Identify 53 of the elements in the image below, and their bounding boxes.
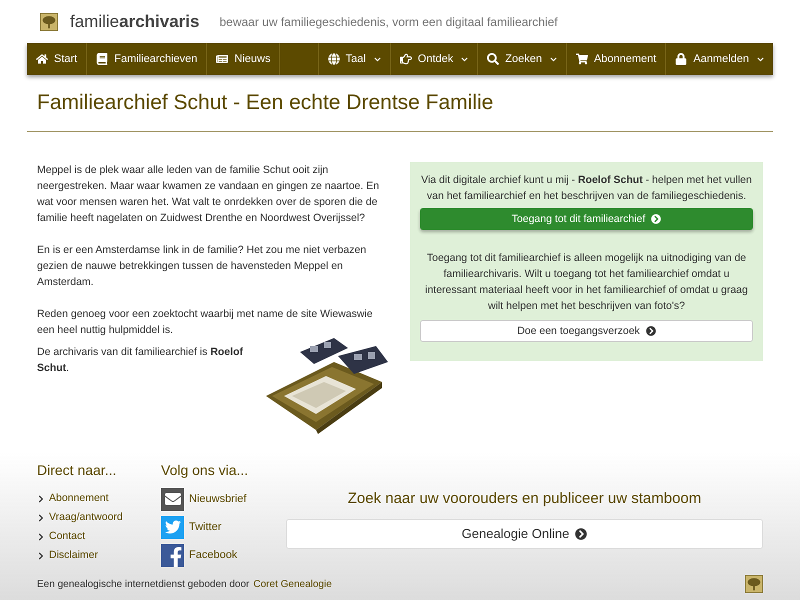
- promo-heading: Zoek naar uw voorouders en publiceer uw stamboom: [348, 489, 702, 509]
- footer-heading: Direct naar...: [37, 461, 118, 480]
- bird-icon[interactable]: [161, 516, 184, 538]
- request-button[interactable]: Doe een toegangsverzoek: [420, 320, 753, 342]
- chevron-down-icon: [757, 56, 764, 62]
- social-link[interactable]: Facebook: [189, 546, 238, 564]
- social-link[interactable]: Twitter: [189, 518, 222, 536]
- tree-logo-icon: [40, 12, 58, 30]
- chevron-down-icon: [550, 56, 557, 62]
- tree-logo-icon: [745, 575, 763, 593]
- nav-item[interactable]: Nieuws: [207, 43, 280, 75]
- tagline: bewaar uw familiegeschiedenis, vorm een digitaal familiearchief: [219, 14, 558, 30]
- panel-text: Via dit digitale archief kunt u mij - Roelof Schut - helpen met het vullen van het familiearchief en het beschrijven van de familiegeschiedenis.: [420, 173, 753, 204]
- lock-icon: [675, 53, 688, 65]
- paragraph: Meppel is de plek waar alle leden van de familie Schut ooit zijn neergestreken. Maar waar kwamen ze vandaan en gingen ze naartoe. En wat voor mensen waren het. Wat valt te onrdekken over de sporen die de familie heeft nagelaten on Zuidwest Drenthe en Noordwest Overijssel?: [37, 163, 380, 226]
- footer-link[interactable]: Contact: [37, 527, 161, 546]
- facebook-icon[interactable]: [161, 544, 184, 566]
- social-link[interactable]: Nieuwsbrief: [189, 490, 246, 508]
- chevron-right-icon: [37, 532, 45, 540]
- nav-item[interactable]: Start: [27, 43, 88, 75]
- genealogy-button[interactable]: Genealogie Online: [286, 518, 763, 548]
- footer-link[interactable]: Disclaimer: [37, 546, 161, 565]
- footer-heading: Volg ons via...: [161, 461, 250, 480]
- nav-item[interactable]: Abonnement: [566, 43, 666, 75]
- nav-item[interactable]: Aanmelden: [665, 43, 773, 75]
- home-icon: [36, 53, 48, 65]
- book-icon: [96, 53, 108, 65]
- chevron-right-icon: [37, 514, 45, 522]
- chevron-right-icon: [37, 494, 45, 502]
- cart-icon: [576, 53, 588, 65]
- page-title: Familiearchief Schut - Een echte Drentse Familie: [37, 90, 494, 116]
- chevron-down-icon: [374, 56, 381, 62]
- nav-item[interactable]: Zoeken: [477, 43, 566, 75]
- envelope-icon[interactable]: [161, 488, 184, 510]
- globe-icon: [328, 53, 340, 65]
- chevron-right-icon: [37, 552, 45, 560]
- paragraph: De archivaris van dit familiearchief is Roelof Schut.: [37, 345, 244, 376]
- nav-item[interactable]: Familiearchieven: [87, 43, 208, 75]
- panel-text: Toegang tot dit familiearchief is alleen mogelijk na uitnodiging van de familiearchivaris. Wilt u toegang tot het familiearchief omdat u interessant materiaal heeft voor in het familiearchief of omdat u graag wilt helpen met het beschrijven van foto's?: [424, 251, 749, 314]
- paragraph: En is er een Amsterdamse link in de familie? Het zou me niet verbazen gezien de nauwe betrekkingen tussen de havensteden Meppel en Amsterdam.: [37, 243, 368, 290]
- access-button[interactable]: Toegang tot dit familiearchief: [420, 208, 753, 230]
- footer-link[interactable]: Vraag/antwoord: [37, 508, 161, 527]
- footer-link[interactable]: Abonnement: [37, 489, 161, 508]
- chevron-down-icon: [461, 56, 468, 62]
- nav-item[interactable]: Taal: [318, 43, 390, 75]
- newspaper-icon: [216, 53, 228, 65]
- nav-item[interactable]: Ontdek: [390, 43, 478, 75]
- site-logo-text[interactable]: familiearchivaris: [70, 8, 200, 34]
- credit-link[interactable]: Coret Genealogie: [253, 576, 332, 592]
- search-icon: [487, 53, 500, 65]
- pointing-hand-icon: [400, 53, 412, 65]
- paragraph: Reden genoeg voor een zoektocht waarbij met name de site Wiewaswie een heel nuttig hulpmiddel is.: [37, 307, 374, 338]
- credit-text: Een genealogische internetdienst geboden door: [37, 578, 250, 592]
